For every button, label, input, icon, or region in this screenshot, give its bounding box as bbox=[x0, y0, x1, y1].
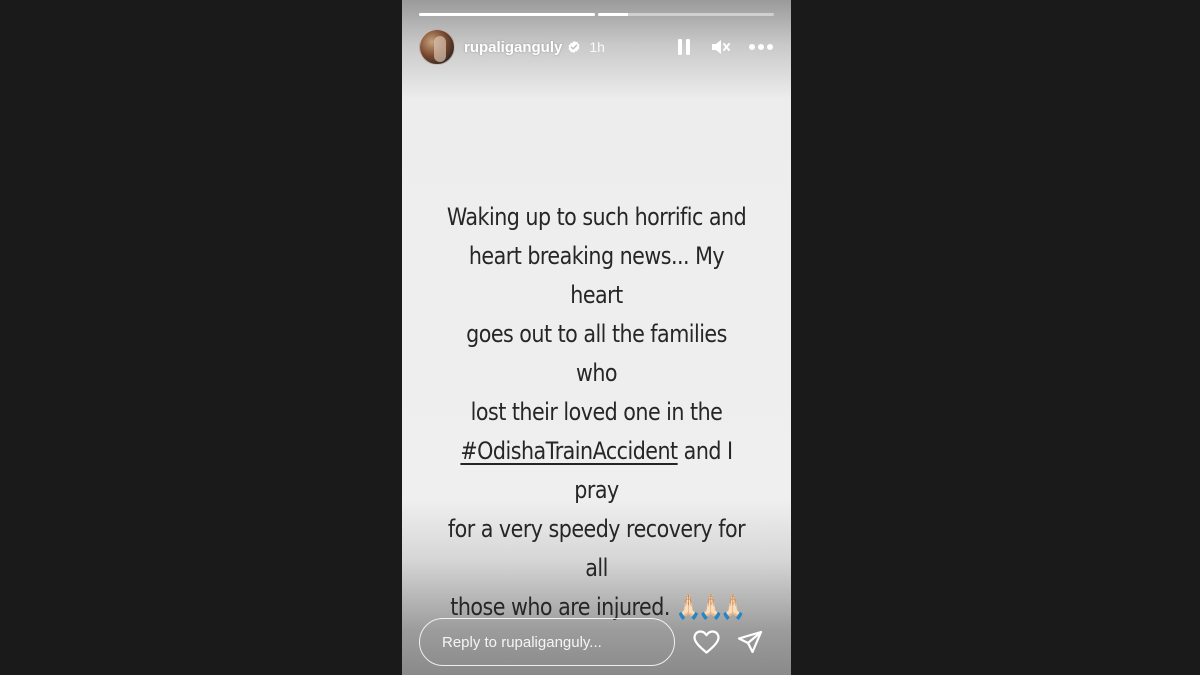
progress-fill bbox=[598, 13, 628, 16]
viewer-backdrop: rupaliganguly 1h Waking up to such horri… bbox=[0, 0, 1200, 675]
username[interactable]: rupaliganguly bbox=[464, 39, 562, 56]
progress-bar bbox=[419, 13, 774, 16]
story-header: rupaliganguly 1h bbox=[419, 29, 774, 65]
post-time: 1h bbox=[589, 39, 605, 55]
muted-speaker-icon bbox=[712, 40, 730, 54]
send-icon bbox=[737, 630, 763, 654]
verified-badge-icon bbox=[568, 40, 580, 54]
like-button[interactable] bbox=[692, 628, 720, 656]
story-text-line: lost their loved one in the bbox=[470, 398, 723, 426]
story-text: Waking up to such horrific and heart bre… bbox=[445, 198, 749, 627]
hashtag-link[interactable]: #OdishaTrainAccident bbox=[460, 437, 678, 465]
share-button[interactable] bbox=[736, 628, 764, 656]
story-text-line: Waking up to such horrific and bbox=[446, 203, 747, 231]
pause-button[interactable] bbox=[674, 37, 694, 57]
story-footer bbox=[419, 617, 774, 667]
progress-segment bbox=[598, 13, 774, 16]
mute-button[interactable] bbox=[711, 37, 731, 57]
more-options-icon bbox=[749, 44, 773, 50]
reply-input[interactable] bbox=[419, 618, 675, 666]
progress-fill bbox=[419, 13, 595, 16]
story-viewer[interactable]: rupaliganguly 1h Waking up to such horri… bbox=[402, 0, 791, 675]
progress-segment bbox=[419, 13, 595, 16]
story-text-line: goes out to all the families who bbox=[466, 320, 727, 387]
story-text-line: #OdishaTrainAccident and I pray bbox=[445, 432, 749, 510]
pause-icon bbox=[678, 39, 690, 55]
heart-icon bbox=[692, 630, 720, 654]
story-controls bbox=[674, 37, 774, 57]
story-text-line: for a very speedy recovery for all bbox=[447, 515, 746, 582]
story-text-line: heart breaking news... My heart bbox=[468, 242, 725, 309]
more-options-button[interactable] bbox=[748, 37, 774, 57]
avatar[interactable] bbox=[419, 29, 455, 65]
